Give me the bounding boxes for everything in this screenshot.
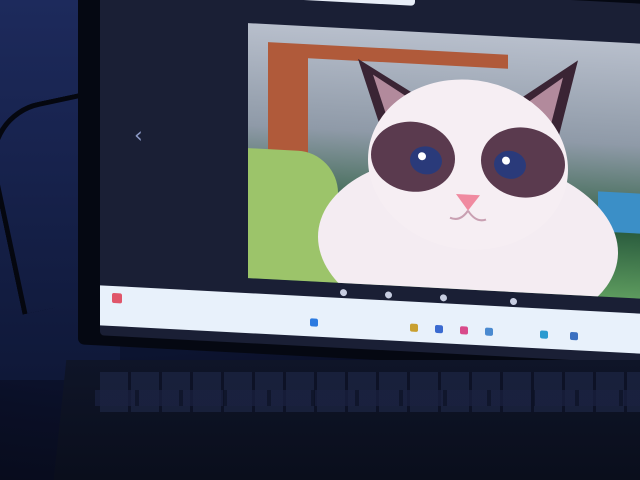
share-icon xyxy=(440,294,447,302)
copy-button[interactable] xyxy=(340,288,350,297)
edge-icon[interactable] xyxy=(540,330,548,339)
keyboard-keys-row xyxy=(95,390,640,406)
search-icon xyxy=(385,291,392,299)
store-icon[interactable] xyxy=(485,327,493,336)
address-bar[interactable] xyxy=(205,0,415,6)
cat-photo xyxy=(248,23,640,301)
chat-icon[interactable] xyxy=(435,324,443,334)
more-button[interactable] xyxy=(510,297,520,306)
background-furniture xyxy=(268,44,308,157)
copy-icon xyxy=(340,288,347,297)
cat xyxy=(318,58,618,301)
start-icon[interactable] xyxy=(310,318,318,327)
settings-icon[interactable] xyxy=(570,331,578,341)
share-button[interactable] xyxy=(440,294,450,302)
chevron-left-icon[interactable]: ‹ xyxy=(134,123,143,148)
search-icon[interactable] xyxy=(410,323,418,332)
explorer-icon[interactable] xyxy=(460,326,468,335)
search-button[interactable] xyxy=(385,291,395,299)
weather-icon[interactable] xyxy=(112,292,122,304)
more-icon xyxy=(510,297,517,306)
